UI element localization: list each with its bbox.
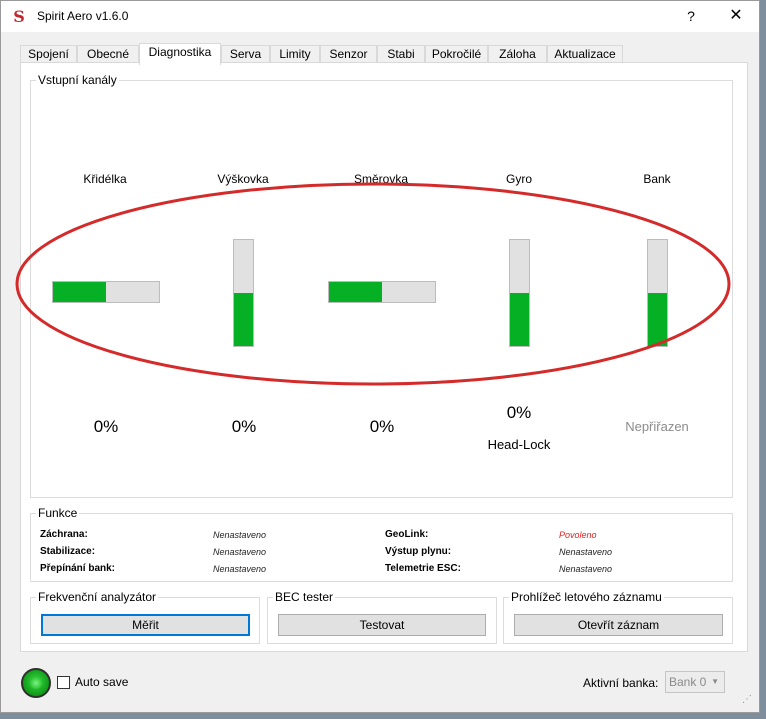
bec-tester-title: BEC tester [273,590,336,604]
bank-switch-label: Přepínání bank: [40,563,116,574]
open-log-button[interactable]: Otevřít záznam [514,614,723,636]
test-button[interactable]: Testovat [278,614,486,636]
flight-log-title: Prohlížeč letového záznamu [509,590,664,604]
connection-status-led [21,668,51,698]
gyro-value: 0% [506,403,532,422]
measure-button[interactable]: Měřit [41,614,250,636]
esc-telemetry-label: Telemetrie ESC: [385,563,461,574]
tab-diagnostika[interactable]: Diagnostika [139,43,221,65]
bank-switch-value: Nenastaveno [213,564,267,574]
throttle-output-value: Nenastaveno [559,547,613,557]
geolink-value: Povoleno [559,530,597,540]
chevron-down-icon: ▼ [711,677,719,686]
autosave-checkbox[interactable] [57,676,70,689]
active-bank-label: Aktivní banka: [583,676,659,690]
esc-telemetry-value: Nenastaveno [559,564,613,574]
bank-value: Nepřiřazen [625,419,689,434]
gyro-mode: Head-Lock [487,437,551,452]
rudder-value: 0% [369,417,395,436]
stabilization-value: Nenastaveno [213,547,267,557]
resize-grip-icon[interactable]: ⋰ [742,694,754,706]
autosave-label: Auto save [75,675,129,689]
elevator-value: 0% [231,417,257,436]
stabilization-label: Stabilizace: [40,546,96,557]
rescue-value: Nenastaveno [213,530,267,540]
active-bank-select[interactable]: Bank 0 ▼ [665,671,725,693]
rescue-label: Záchrana: [40,529,88,540]
aileron-value: 0% [93,417,119,436]
geolink-label: GeoLink: [385,529,429,540]
functions-title: Funkce [36,506,80,520]
functions-group: Funkce [30,506,733,582]
freq-analyzer-title: Frekvenční analyzátor [36,590,159,604]
active-bank-value: Bank 0 [669,675,707,689]
highlight-ellipse-shape [15,182,731,386]
throttle-output-label: Výstup plynu: [385,546,452,557]
